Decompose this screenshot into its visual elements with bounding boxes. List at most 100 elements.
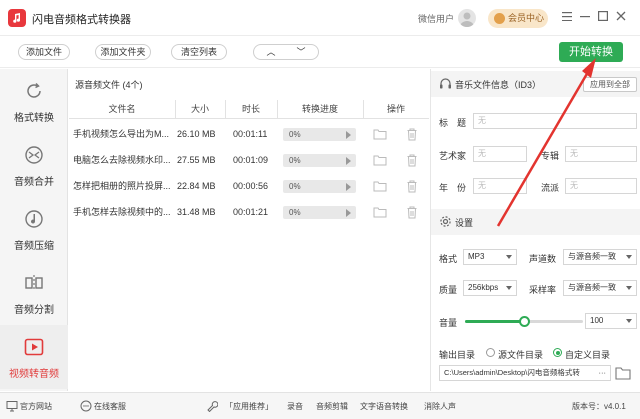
maximize-icon[interactable]: [596, 11, 610, 25]
vocal-remove-link[interactable]: 消除人声: [424, 401, 456, 412]
split-icon: [25, 275, 43, 291]
audio-edit-link[interactable]: 音频剪辑: [316, 401, 348, 412]
table-row[interactable]: 手机视频怎么导出为M... 26.10 MB 00:01:11 0%: [69, 121, 429, 147]
file-duration: 00:00:56: [233, 181, 269, 191]
volume-handle[interactable]: [519, 316, 530, 327]
output-path-field[interactable]: C:\Users\admin\Desktop\闪电音频格式转 ···: [439, 365, 611, 381]
chevron-down-icon: [626, 286, 632, 290]
channels-select[interactable]: 与源音频一致: [563, 249, 637, 265]
radio-source-dir[interactable]: [486, 348, 495, 357]
gear-icon: [440, 216, 451, 227]
move-down-button[interactable]: ﹀: [286, 45, 316, 59]
move-up-button[interactable]: ︿: [256, 45, 286, 59]
open-folder-icon[interactable]: [615, 366, 631, 380]
file-list-header: 源音频文件 (4个): [75, 80, 143, 90]
folder-icon[interactable]: [373, 153, 387, 167]
settings-panel: 音乐文件信息（ID3） 应用到全部 标 题 无 艺术家 无 专辑 无 年 份 无…: [430, 69, 640, 391]
play-icon[interactable]: [346, 131, 351, 139]
user-name[interactable]: 微信用户: [418, 12, 454, 25]
id3-section-title: 音乐文件信息（ID3）: [455, 80, 542, 90]
title-field[interactable]: 无: [473, 113, 637, 129]
volume-label: 音量: [439, 318, 458, 328]
sidebar-item-format-convert[interactable]: 格式转换: [0, 69, 68, 133]
chevron-down-icon: [506, 255, 512, 259]
vip-center-button[interactable]: 会员中心: [488, 9, 548, 28]
file-duration: 00:01:11: [233, 129, 268, 139]
samplerate-value: 与源音频一致: [568, 283, 616, 292]
title-bar: 闪电音频格式转换器 微信用户 会员中心: [0, 0, 640, 36]
sidebar-item-audio-merge[interactable]: 音频合并: [0, 133, 68, 197]
browse-button[interactable]: ···: [599, 366, 607, 380]
sidebar-item-audio-split[interactable]: 音频分割: [0, 261, 68, 325]
website-link[interactable]: 官方网站: [20, 401, 52, 412]
avatar[interactable]: [458, 9, 476, 27]
volume-fill: [465, 320, 524, 323]
artist-label: 艺术家: [439, 151, 467, 161]
menu-icon[interactable]: [560, 11, 574, 25]
close-icon[interactable]: [614, 11, 628, 25]
album-field[interactable]: 无: [565, 146, 637, 162]
year-field[interactable]: 无: [473, 178, 527, 194]
year-label: 年 份: [439, 183, 467, 193]
folder-icon[interactable]: [373, 127, 387, 141]
delete-icon[interactable]: [405, 205, 419, 219]
album-label: 专辑: [541, 151, 560, 161]
file-name: 手机视频怎么导出为M...: [73, 129, 169, 139]
move-buttons: ︿ ﹀: [253, 44, 319, 60]
play-icon[interactable]: [346, 183, 351, 191]
folder-icon[interactable]: [373, 205, 387, 219]
table-row[interactable]: 电脑怎么去除视频水印... 27.55 MB 00:01:09 0%: [69, 147, 429, 173]
column-header-ops: 操作: [386, 104, 405, 114]
play-icon[interactable]: [346, 157, 351, 165]
sidebar-item-video-to-audio[interactable]: 视频转音频: [0, 325, 68, 389]
add-file-button[interactable]: 添加文件: [18, 44, 70, 60]
column-header-size: 大小: [190, 104, 209, 114]
play-icon[interactable]: [346, 209, 351, 217]
merge-icon: [25, 146, 43, 164]
folder-icon[interactable]: [373, 179, 387, 193]
sidebar-item-audio-compress[interactable]: 音频压缩: [0, 197, 68, 261]
progress-text: 0%: [289, 182, 301, 191]
file-duration: 00:01:09: [233, 155, 269, 165]
genre-field[interactable]: 无: [565, 178, 637, 194]
artist-field[interactable]: 无: [473, 146, 527, 162]
progress-text: 0%: [289, 208, 301, 217]
compress-icon: [25, 210, 43, 228]
app-title: 闪电音频格式转换器: [32, 14, 131, 26]
volume-slider[interactable]: [465, 316, 583, 327]
sidebar-item-label: 格式转换: [14, 113, 54, 124]
format-select[interactable]: MP3: [463, 249, 517, 265]
radio-custom-dir[interactable]: [553, 348, 562, 357]
channels-value: 与源音频一致: [568, 252, 616, 261]
column-header-progress: 转换进度: [301, 104, 338, 114]
support-link[interactable]: 在线客服: [94, 401, 126, 412]
delete-icon[interactable]: [405, 127, 419, 141]
custom-dir-label: 自定义目录: [565, 350, 611, 360]
table-row[interactable]: 手机怎样去除视频中的... 31.48 MB 00:01:21 0%: [69, 199, 429, 225]
tts-link[interactable]: 文字语音转换: [360, 401, 408, 412]
file-size: 31.48 MB: [177, 207, 216, 217]
file-name: 怎样把相册的照片投屏...: [73, 181, 171, 191]
settings-section-header: 设置: [431, 209, 640, 235]
apply-to-all-button[interactable]: 应用到全部: [583, 77, 637, 92]
wrench-icon: [207, 401, 218, 412]
file-list-panel: 源音频文件 (4个) 文件名 大小 时长 转换进度 操作 手机视频怎么导出为M.…: [69, 69, 429, 391]
minimize-icon[interactable]: [578, 11, 592, 25]
format-value: MP3: [468, 252, 485, 261]
file-duration: 00:01:21: [233, 207, 269, 217]
volume-value: 100: [590, 316, 604, 325]
quality-select[interactable]: 256kbps: [463, 280, 517, 296]
samplerate-select[interactable]: 与源音频一致: [563, 280, 637, 296]
delete-icon[interactable]: [405, 153, 419, 167]
volume-stepper[interactable]: 100: [585, 313, 637, 329]
headphones-icon: [440, 78, 451, 89]
clear-list-button[interactable]: 清空列表: [171, 44, 227, 60]
table-row[interactable]: 怎样把相册的照片投屏... 22.84 MB 00:00:56 0%: [69, 173, 429, 199]
add-folder-button[interactable]: 添加文件夹: [95, 44, 151, 60]
progress-bar: 0%: [283, 128, 356, 141]
record-link[interactable]: 录音: [287, 401, 303, 412]
delete-icon[interactable]: [405, 179, 419, 193]
vip-crown-icon: [494, 13, 505, 24]
version-label: 版本号：v4.0.1: [572, 402, 626, 411]
start-convert-button[interactable]: 开始转换: [559, 42, 623, 62]
